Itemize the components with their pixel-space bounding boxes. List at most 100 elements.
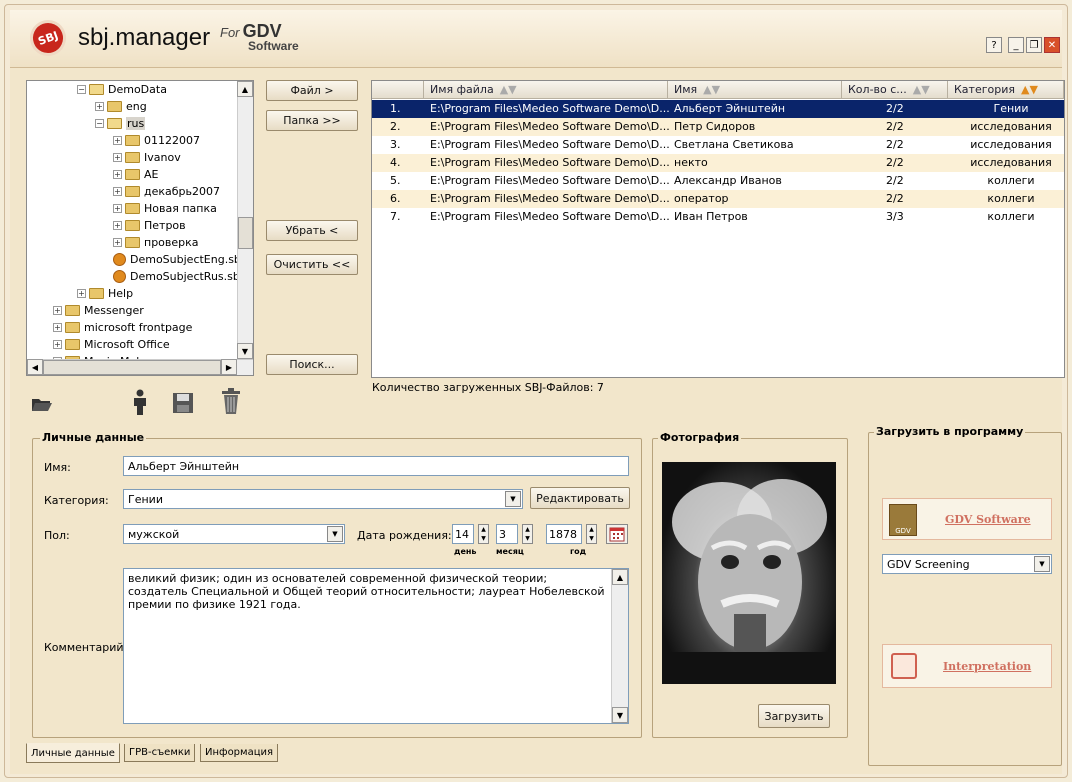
expand-icon[interactable]: + bbox=[53, 306, 62, 315]
chevron-down-icon[interactable]: ▼ bbox=[505, 491, 521, 507]
table-row[interactable]: 1. E:\Program Files\Medeo Software Demo\D… bbox=[372, 100, 1064, 118]
expand-icon[interactable]: + bbox=[77, 289, 86, 298]
tree-node-label: DemoData bbox=[108, 83, 167, 96]
birth-year-field[interactable]: 1878 bbox=[546, 524, 582, 544]
tree-node[interactable]: + microsoft frontpage bbox=[53, 319, 192, 336]
add-file-button[interactable]: Файл > bbox=[266, 80, 358, 101]
tree-node-label: rus bbox=[126, 117, 146, 130]
save-disk-icon[interactable] bbox=[170, 390, 196, 416]
category-label: Категория: bbox=[44, 494, 109, 507]
scroll-down-icon[interactable]: ▼ bbox=[612, 707, 628, 723]
tab-grv-shots[interactable]: ГРВ-съемки bbox=[124, 744, 196, 762]
tree-node[interactable]: + Ivanov bbox=[113, 149, 181, 166]
tree-node[interactable]: DemoSubjectEng.sbj bbox=[113, 251, 244, 268]
edit-category-button[interactable]: Редактировать bbox=[530, 487, 630, 509]
tree-node[interactable]: + декабрь2007 bbox=[113, 183, 220, 200]
tree-node[interactable]: + Microsoft Office bbox=[53, 336, 170, 353]
table-row[interactable]: 4. E:\Program Files\Medeo Software Demo\D… bbox=[372, 154, 1064, 172]
collapse-icon[interactable]: − bbox=[77, 85, 86, 94]
tab-information[interactable]: Информация bbox=[200, 744, 279, 762]
help-button[interactable]: ? bbox=[986, 37, 1002, 53]
sort-icon: ▲▼ bbox=[499, 83, 517, 96]
row-filename: E:\Program Files\Medeo Software Demo\D..… bbox=[430, 156, 670, 169]
upload-photo-button[interactable]: Загрузить bbox=[758, 704, 830, 728]
tree-node-label: проверка bbox=[144, 236, 199, 249]
add-folder-button[interactable]: Папка >> bbox=[266, 110, 358, 131]
table-row[interactable]: 7. E:\Program Files\Medeo Software Demo\D… bbox=[372, 208, 1064, 226]
expand-icon[interactable]: + bbox=[95, 102, 104, 111]
tree-node[interactable]: − rus bbox=[95, 115, 146, 132]
tree-node[interactable]: + Messenger bbox=[53, 302, 144, 319]
tree-scroll-thumb[interactable] bbox=[238, 217, 253, 249]
restore-button[interactable]: ❐ bbox=[1026, 37, 1042, 53]
search-button[interactable]: Поиск... bbox=[266, 354, 358, 375]
chevron-down-icon[interactable]: ▼ bbox=[327, 526, 343, 542]
column-header-category[interactable]: Категория ▲▼ bbox=[948, 81, 1064, 99]
table-row[interactable]: 3. E:\Program Files\Medeo Software Demo\D… bbox=[372, 136, 1064, 154]
scroll-right-icon[interactable]: ▶ bbox=[221, 359, 237, 375]
birth-day-field[interactable]: 14 bbox=[452, 524, 474, 544]
clear-button[interactable]: Очистить << bbox=[266, 254, 358, 275]
gdv-software-button[interactable]: GDV GDV Software bbox=[882, 498, 1052, 540]
row-filename: E:\Program Files\Medeo Software Demo\D..… bbox=[430, 174, 670, 187]
expand-icon[interactable]: + bbox=[113, 238, 122, 247]
gender-select[interactable]: мужской ▼ bbox=[123, 524, 345, 544]
tree-node[interactable]: + eng bbox=[95, 98, 147, 115]
row-filename: E:\Program Files\Medeo Software Demo\D..… bbox=[430, 138, 670, 151]
tree-vertical-scrollbar[interactable]: ▲ ▼ bbox=[237, 81, 253, 359]
comment-scrollbar[interactable]: ▲ ▼ bbox=[611, 569, 628, 723]
column-header-count[interactable]: Кол-во с... ▲▼ bbox=[842, 81, 948, 99]
tree-node[interactable]: + AE bbox=[113, 166, 158, 183]
tree-node[interactable]: +01122007 bbox=[113, 132, 200, 149]
folder-tree[interactable]: − DemoData + eng − rus +01122007 + Ivanov + AE + дек… bbox=[26, 80, 254, 376]
person-icon[interactable] bbox=[128, 388, 152, 416]
expand-icon[interactable]: + bbox=[113, 136, 122, 145]
table-row[interactable]: 6. E:\Program Files\Medeo Software Demo\D… bbox=[372, 190, 1064, 208]
tree-horizontal-scrollbar[interactable]: ◀ ▶ bbox=[27, 359, 253, 375]
table-row[interactable]: 5. E:\Program Files\Medeo Software Demo\D… bbox=[372, 172, 1064, 190]
expand-icon[interactable]: + bbox=[53, 340, 62, 349]
tree-node[interactable]: + проверка bbox=[113, 234, 199, 251]
category-select[interactable]: Гении ▼ bbox=[123, 489, 523, 509]
tree-hscroll-thumb[interactable] bbox=[43, 360, 221, 375]
scroll-up-icon[interactable]: ▲ bbox=[237, 81, 253, 97]
expand-icon[interactable]: + bbox=[113, 221, 122, 230]
comment-textarea[interactable]: великий физик; один из основателей совре… bbox=[123, 568, 629, 724]
column-header-filename[interactable]: Имя файла ▲▼ bbox=[424, 81, 668, 99]
interpretation-button[interactable]: Interpretation bbox=[882, 644, 1052, 688]
column-header-index[interactable] bbox=[372, 81, 424, 99]
birth-month-field[interactable]: 3 bbox=[496, 524, 518, 544]
scroll-up-icon[interactable]: ▲ bbox=[612, 569, 628, 585]
table-row[interactable]: 2. E:\Program Files\Medeo Software Demo\D… bbox=[372, 118, 1064, 136]
expand-icon[interactable]: + bbox=[113, 153, 122, 162]
column-header-name[interactable]: Имя ▲▼ bbox=[668, 81, 842, 99]
year-spinner-icon[interactable]: ▲ ▼ bbox=[586, 524, 597, 544]
month-spinner-icon[interactable]: ▲ ▼ bbox=[522, 524, 533, 544]
scroll-down-icon[interactable]: ▼ bbox=[237, 343, 253, 359]
close-button[interactable]: ✕ bbox=[1044, 37, 1060, 53]
program-select[interactable]: GDV Screening ▼ bbox=[882, 554, 1052, 574]
row-name: Светлана Светикова bbox=[674, 138, 794, 151]
tree-node[interactable]: + Новая папка bbox=[113, 200, 217, 217]
expand-icon[interactable]: + bbox=[53, 323, 62, 332]
expand-icon[interactable]: + bbox=[113, 187, 122, 196]
remove-button[interactable]: Убрать < bbox=[266, 220, 358, 241]
expand-icon[interactable]: + bbox=[113, 170, 122, 179]
tab-personal-data[interactable]: Личные данные bbox=[26, 743, 120, 763]
day-spinner-icon[interactable]: ▲ ▼ bbox=[478, 524, 489, 544]
open-folder-icon[interactable] bbox=[30, 394, 54, 414]
calendar-icon[interactable] bbox=[606, 524, 628, 544]
tree-node[interactable]: DemoSubjectRus.sbj bbox=[113, 268, 243, 285]
expand-icon[interactable]: + bbox=[113, 204, 122, 213]
tree-node[interactable]: + Help bbox=[77, 285, 133, 302]
scroll-left-icon[interactable]: ◀ bbox=[27, 359, 43, 375]
tree-node[interactable]: + Петров bbox=[113, 217, 186, 234]
minimize-button[interactable]: _ bbox=[1008, 37, 1024, 53]
files-grid[interactable]: Имя файла ▲▼ Имя ▲▼ Кол-во с... ▲▼ Категори… bbox=[371, 80, 1065, 378]
chevron-down-icon[interactable]: ▼ bbox=[1034, 556, 1050, 572]
collapse-icon[interactable]: − bbox=[95, 119, 104, 128]
tree-node[interactable]: − DemoData bbox=[77, 81, 167, 98]
trash-icon[interactable] bbox=[218, 386, 244, 416]
row-filename: E:\Program Files\Medeo Software Demo\D..… bbox=[430, 102, 670, 115]
name-field[interactable]: Альберт Эйнштейн bbox=[123, 456, 629, 476]
